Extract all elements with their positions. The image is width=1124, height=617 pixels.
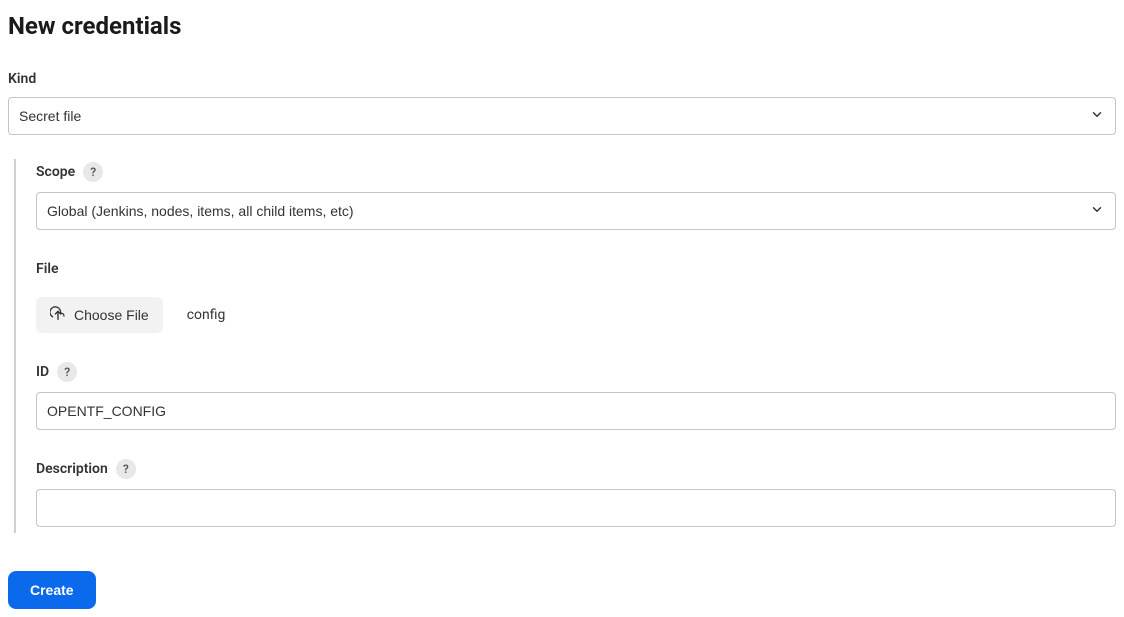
help-icon[interactable]: ? <box>116 459 136 479</box>
id-input[interactable] <box>36 392 1116 430</box>
description-label-row: Description ? <box>36 459 136 479</box>
file-label: File <box>36 261 59 277</box>
id-label: ID <box>36 364 49 380</box>
help-icon[interactable]: ? <box>83 162 103 182</box>
scope-select-wrap: Global (Jenkins, nodes, items, all child… <box>36 192 1116 230</box>
description-label: Description <box>36 461 108 477</box>
choose-file-button[interactable]: Choose File <box>36 297 163 333</box>
id-label-row: ID ? <box>36 362 77 382</box>
page-title: New credentials <box>8 12 1116 40</box>
create-button[interactable]: Create <box>8 571 96 609</box>
choose-file-label: Choose File <box>74 307 149 323</box>
kind-select[interactable]: Secret file <box>8 97 1116 135</box>
file-row: Choose File config <box>36 297 1116 333</box>
upload-cloud-icon <box>50 306 66 325</box>
help-icon[interactable]: ? <box>57 362 77 382</box>
scope-select[interactable]: Global (Jenkins, nodes, items, all child… <box>36 192 1116 230</box>
scope-field-group: Scope ? Global (Jenkins, nodes, items, a… <box>36 161 1116 230</box>
selected-file-name: config <box>187 307 226 323</box>
scope-label-row: Scope ? <box>36 162 103 182</box>
file-field-group: File Choose File config <box>36 258 1116 333</box>
description-field-group: Description ? <box>36 458 1116 527</box>
credential-details-block: Scope ? Global (Jenkins, nodes, items, a… <box>14 159 1116 533</box>
kind-select-wrap: Secret file <box>8 97 1116 135</box>
scope-label: Scope <box>36 164 75 180</box>
id-field-group: ID ? <box>36 361 1116 430</box>
description-input[interactable] <box>36 489 1116 527</box>
kind-label: Kind <box>8 71 36 87</box>
kind-field-group: Kind Secret file <box>8 68 1116 135</box>
